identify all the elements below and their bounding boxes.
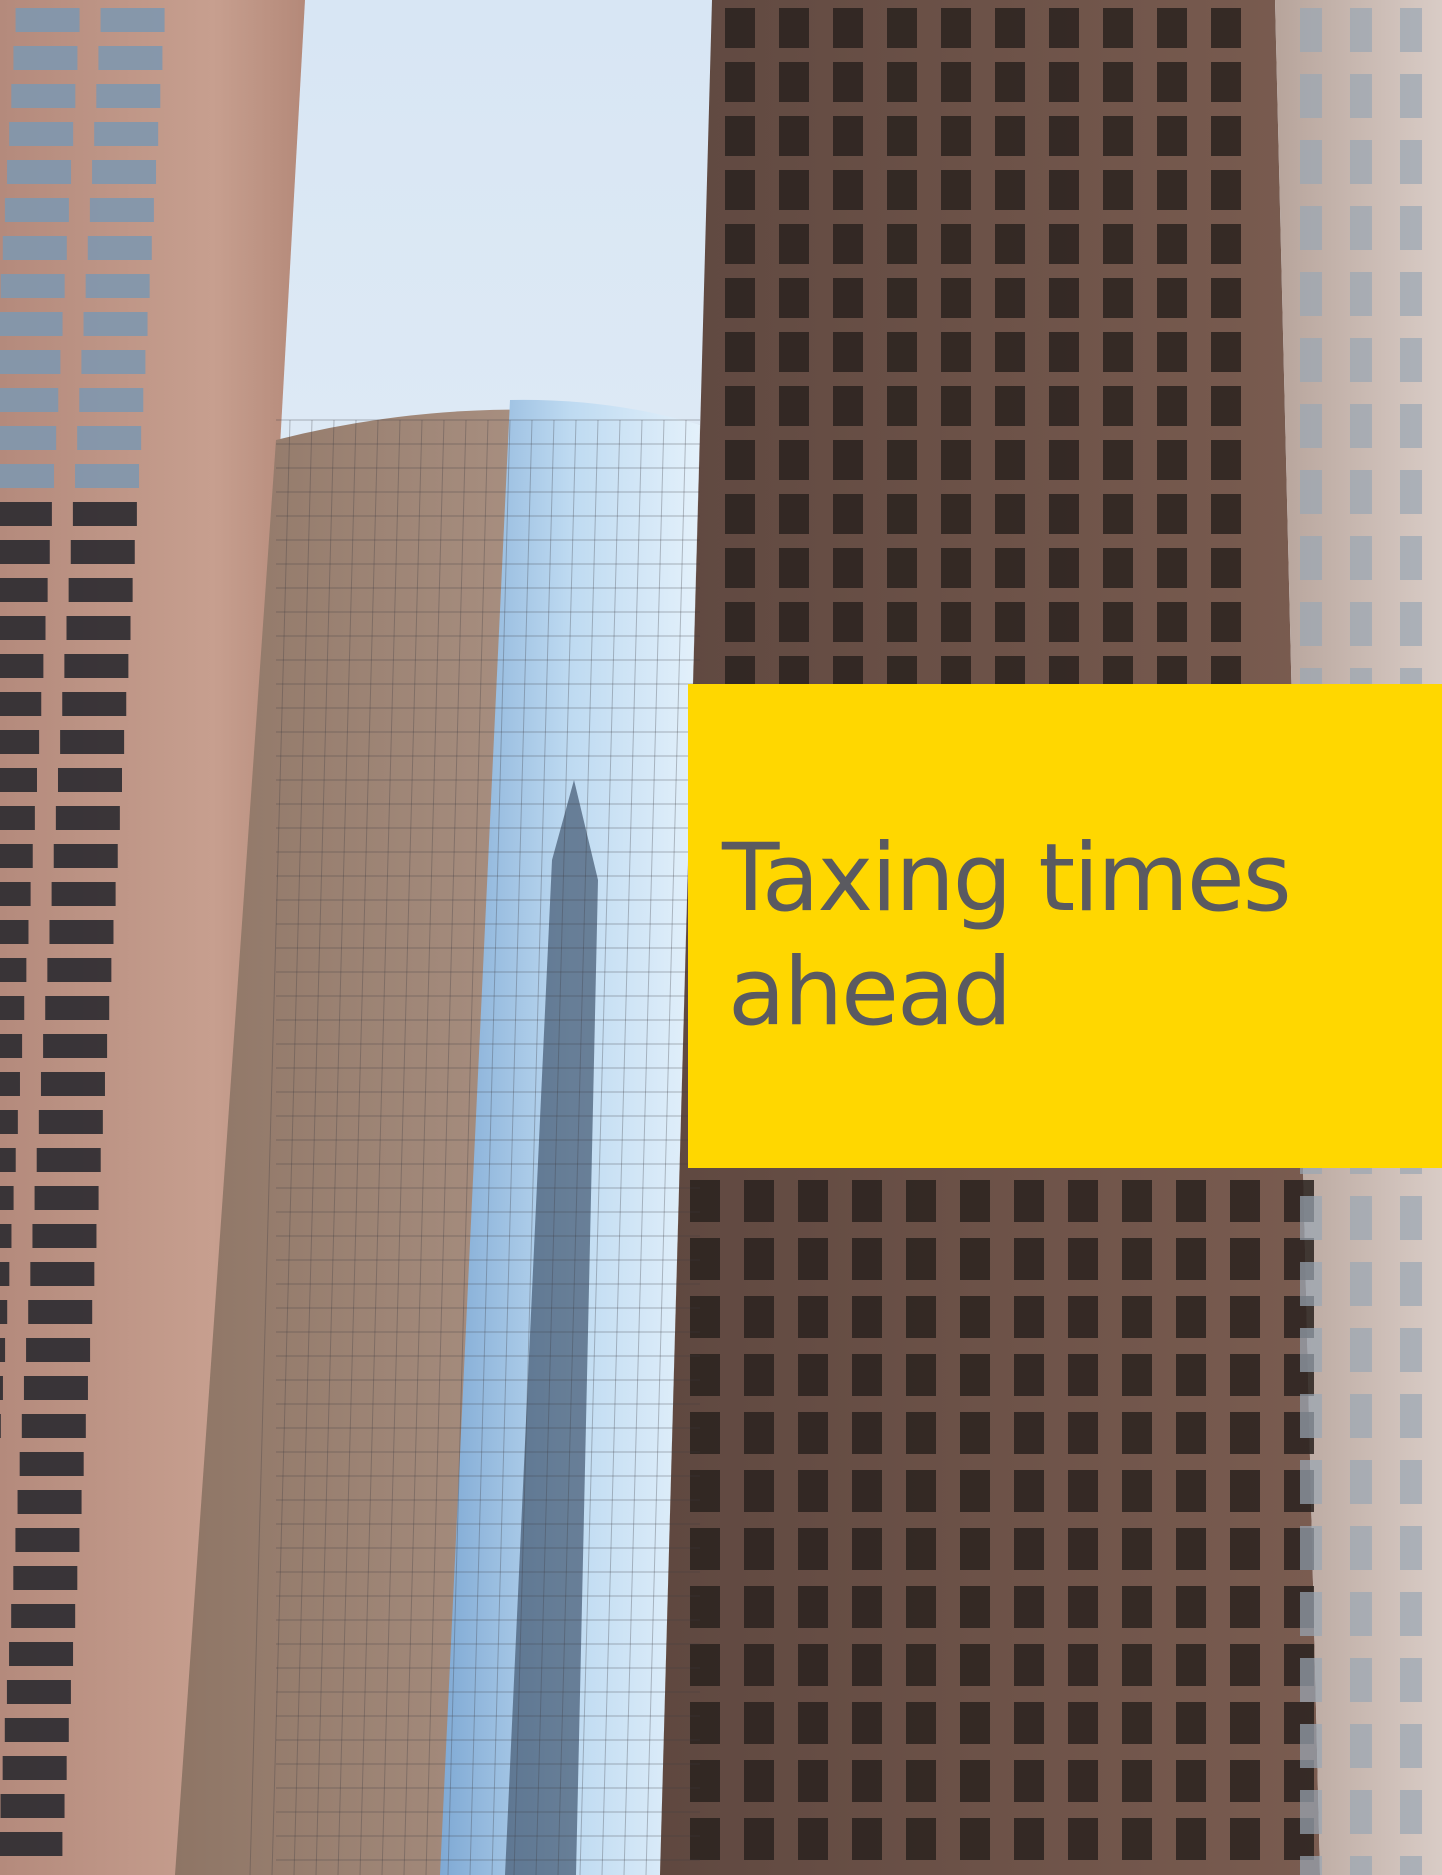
cover-title: Taxing times ahead bbox=[722, 822, 1402, 1050]
report-cover: Taxing times ahead bbox=[0, 0, 1442, 1875]
title-line-2: ahead bbox=[728, 938, 1012, 1047]
title-panel: Taxing times ahead bbox=[688, 684, 1442, 1168]
title-line-1: Taxing times bbox=[722, 824, 1292, 933]
